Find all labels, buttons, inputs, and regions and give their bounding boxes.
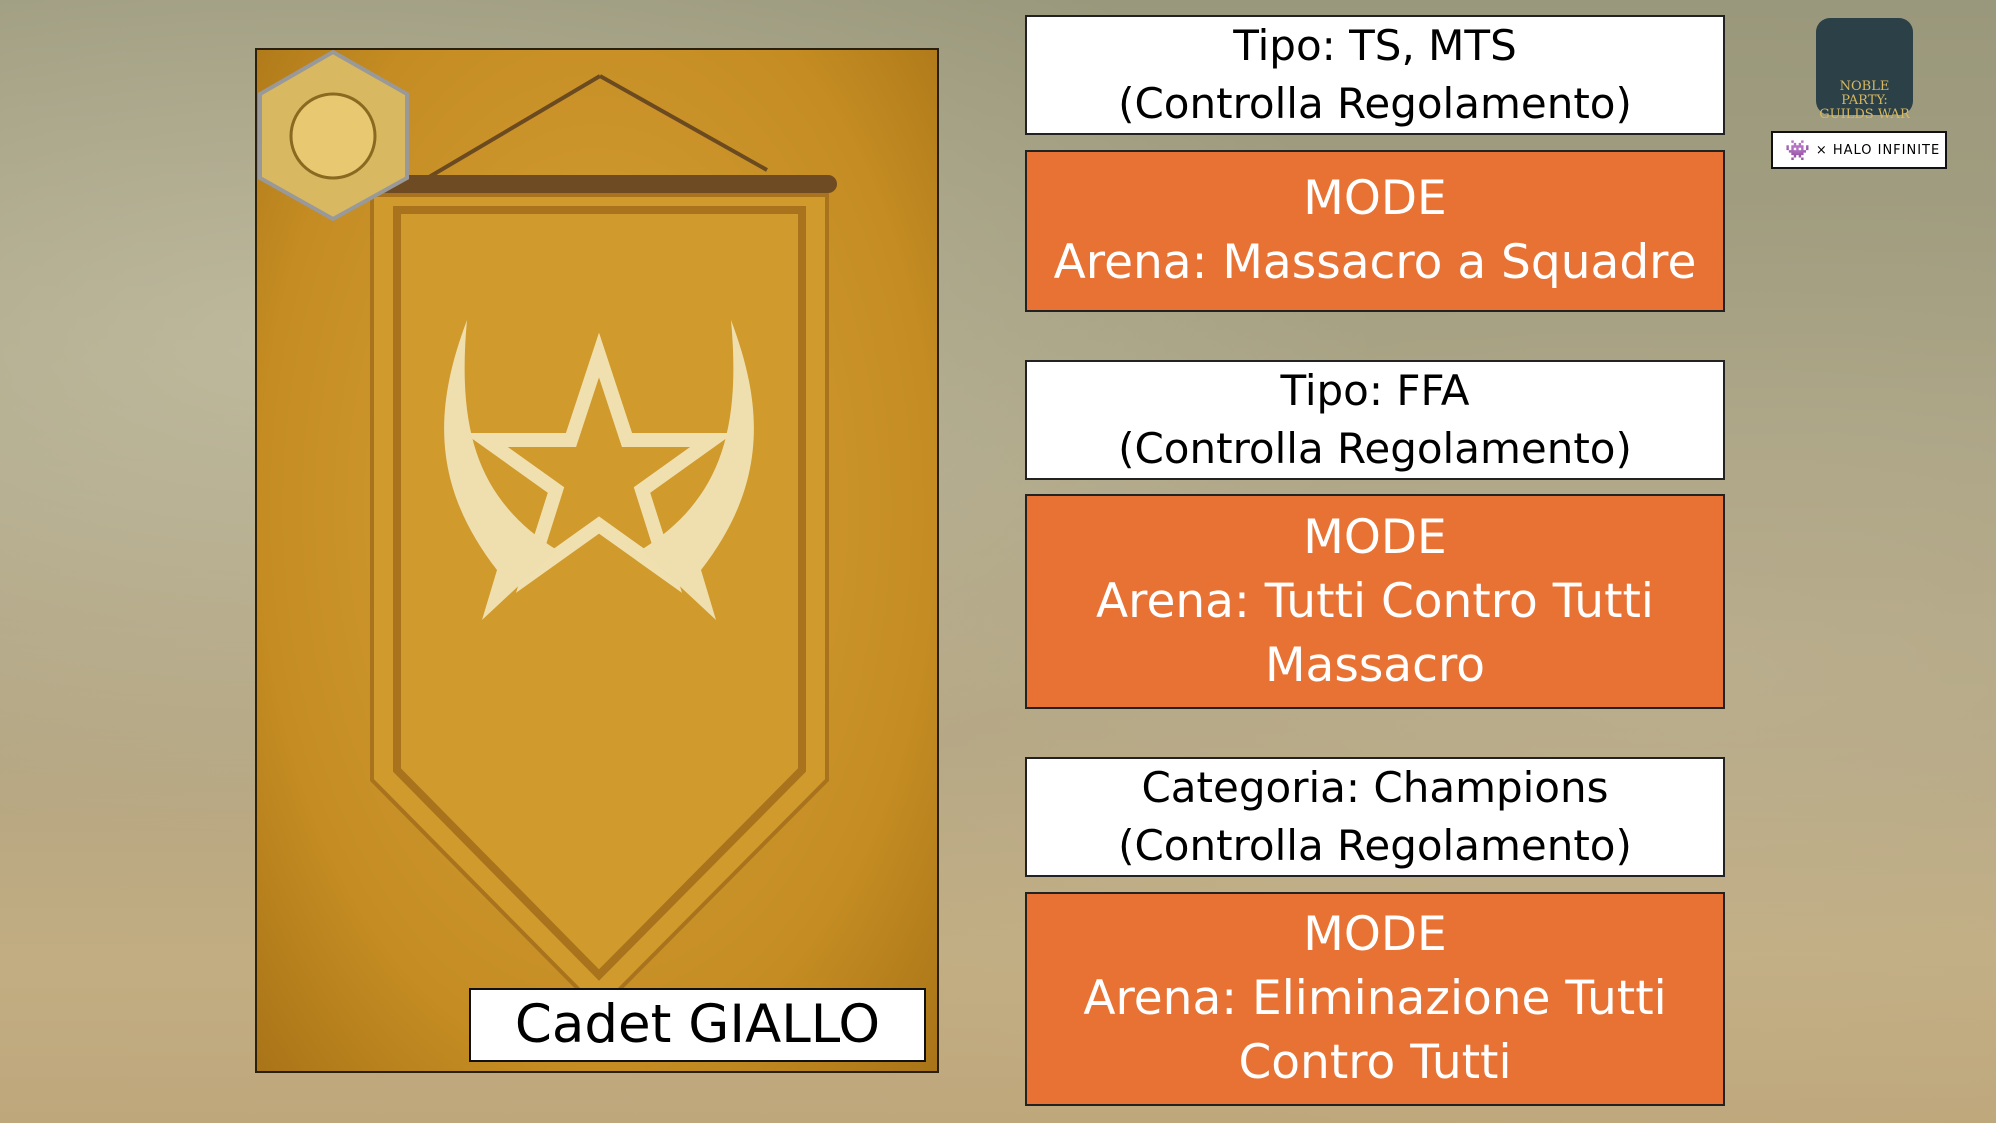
halo-infinite-badge: 👾 × HALO INFINITE xyxy=(1771,131,1947,169)
rules-note: (Controlla Regolamento) xyxy=(1118,424,1632,473)
mode-line: Massacro xyxy=(1264,637,1485,693)
space-invader-icon: 👾 xyxy=(1785,138,1810,162)
mode-line: Arena: Eliminazione Tutti xyxy=(1083,971,1667,1026)
type-line: Categoria: Champions xyxy=(1141,763,1609,812)
type-box-3: Categoria: Champions (Controlla Regolame… xyxy=(1025,757,1725,877)
mode-box-2: MODE Arena: Tutti Contro Tutti Massacro xyxy=(1025,494,1725,709)
mode-title: MODE xyxy=(1303,171,1447,226)
mode-line: Arena: Tutti Contro Tutti xyxy=(1096,573,1654,629)
type-box-2: Tipo: FFA (Controlla Regolamento) xyxy=(1025,360,1725,480)
mode-line: Contro Tutti xyxy=(1238,1035,1512,1090)
rules-note: (Controlla Regolamento) xyxy=(1118,821,1632,870)
type-line: Tipo: TS, MTS xyxy=(1233,21,1517,70)
mode-title: MODE xyxy=(1303,509,1447,565)
mode-line: Arena: Massacro a Squadre xyxy=(1053,235,1697,290)
mode-box-3: MODE Arena: Eliminazione Tutti Contro Tu… xyxy=(1025,892,1725,1106)
type-box-1: Tipo: TS, MTS (Controlla Regolamento) xyxy=(1025,15,1725,135)
mode-box-1: MODE Arena: Massacro a Squadre xyxy=(1025,150,1725,312)
partner-name: HALO INFINITE xyxy=(1832,142,1941,158)
type-line: Tipo: FFA xyxy=(1280,366,1470,415)
cadet-rank-emblem xyxy=(258,50,409,221)
separator: × xyxy=(1815,142,1827,158)
mode-title: MODE xyxy=(1303,907,1447,962)
noble-party-logo: NOBLE PARTY: GUILDS WAR xyxy=(1816,18,1913,122)
banner-card: Cadet GIALLO xyxy=(255,48,939,1073)
rules-note: (Controlla Regolamento) xyxy=(1118,79,1632,128)
rank-label: Cadet GIALLO xyxy=(469,988,926,1062)
